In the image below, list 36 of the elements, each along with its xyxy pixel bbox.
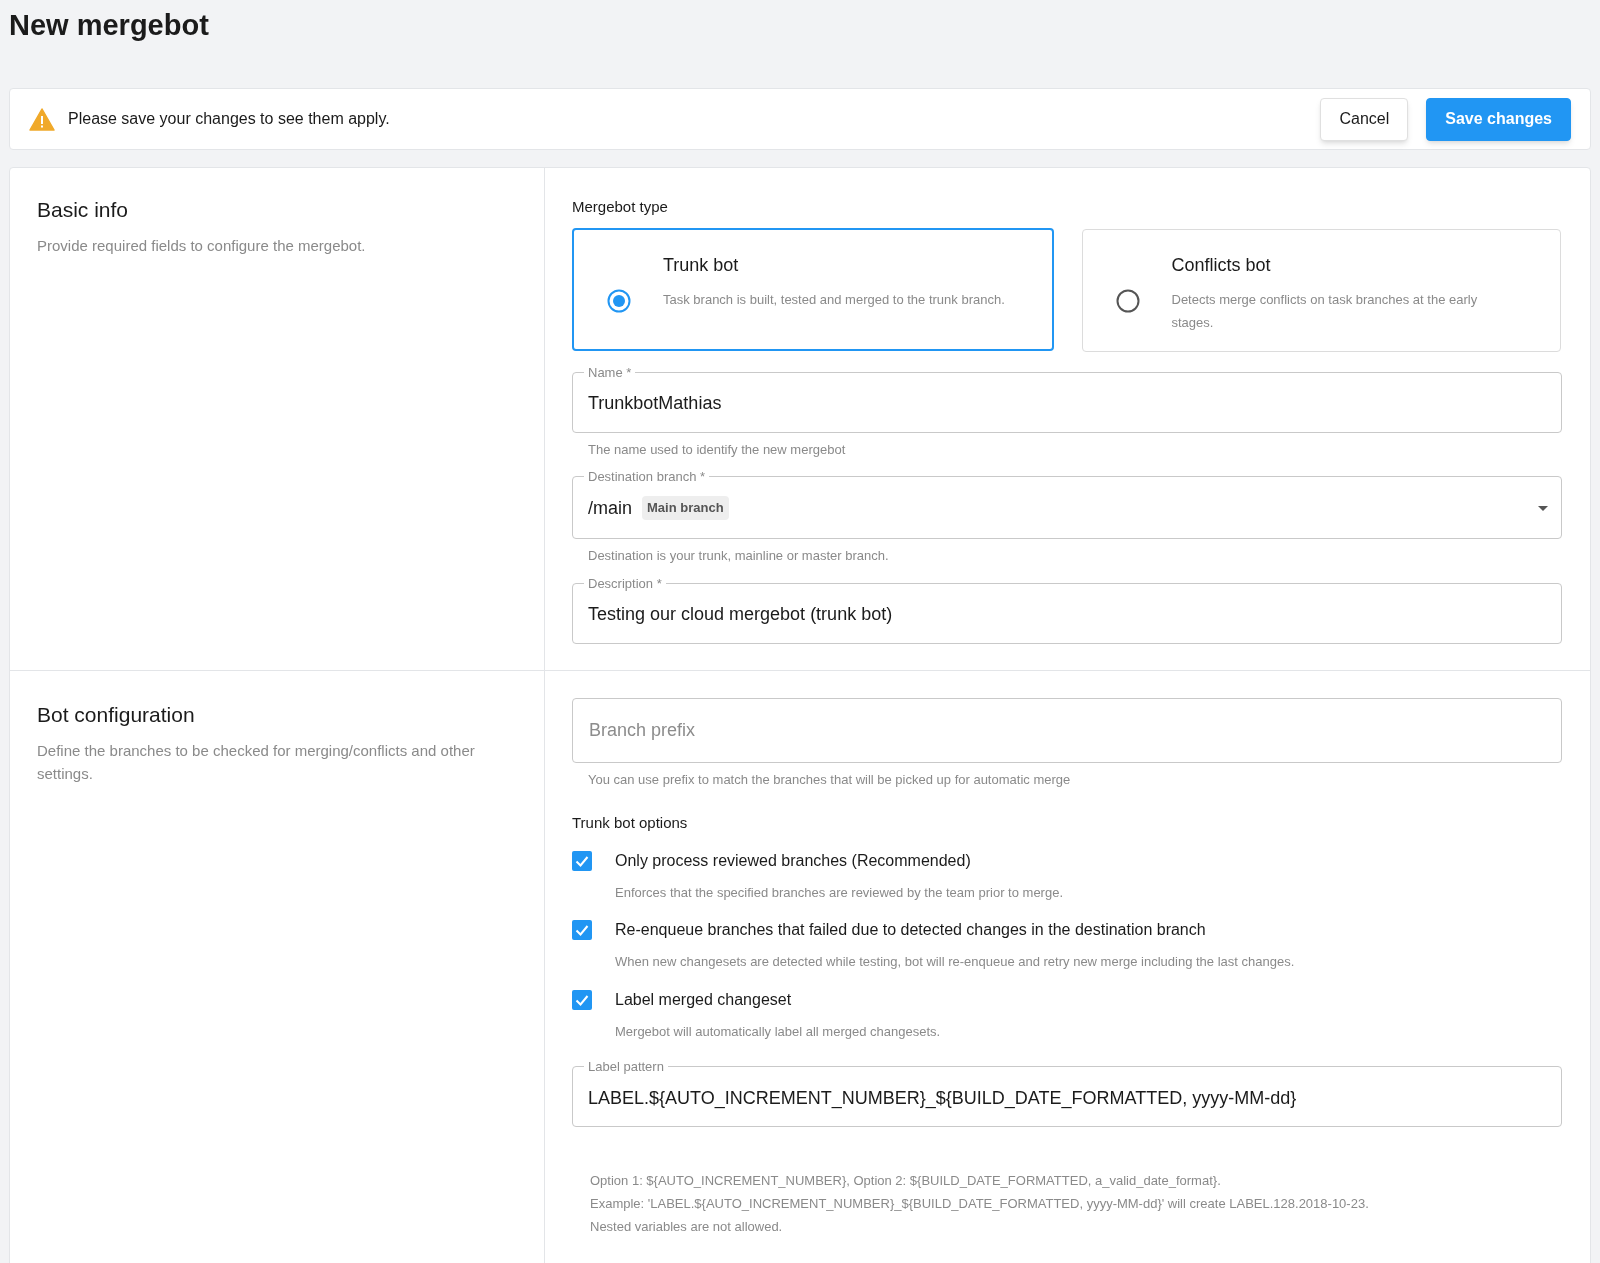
help-note: Example: 'LABEL.${AUTO_INCREMENT_NUMBER}_${BUILD_DATE_FORMATTED, yyyy-MM-dd}' will create LABEL.128.2018-10-23. (590, 1195, 1370, 1213)
caret-icon (1538, 505, 1548, 511)
field-hint: Destination is your trunk, mainline or master branch. (587, 547, 890, 565)
bot-type-title: Conflicts bot (1171, 253, 1272, 277)
section-title: Bot configuration (37, 701, 196, 728)
radio-icon (607, 288, 631, 313)
option-label: Only process reviewed branches (Recommended) (615, 850, 972, 871)
branch-prefix-field[interactable]: Branch prefix (572, 697, 1562, 763)
help-note: Nested variables are not allowed. (590, 1218, 784, 1236)
bot-type-title: Trunk bot (663, 253, 740, 277)
option-hint: Enforces that the specified branches are reviewed by the team prior to merge. (615, 883, 1063, 902)
option-label: Re-enqueue branches that failed due to detected changes in the destination branch (615, 920, 1207, 940)
radio-icon (1115, 288, 1140, 313)
field-hint: You can use prefix to match the branches that will be picked up for automatic merge (587, 770, 1072, 789)
checkbox[interactable] (572, 850, 592, 871)
option-hint: When new changesets are detected while testing, bot will re-enqueue and retry new merge including the last changes. (615, 953, 1295, 971)
checkbox[interactable] (572, 920, 592, 940)
options-title: Trunk bot options (572, 813, 689, 833)
checkbox[interactable] (572, 989, 592, 1010)
option-label: Label merged changeset (615, 989, 793, 1010)
cancel-button[interactable]: Cancel (1320, 97, 1409, 141)
option-hint: Mergebot will automatically label all merged changesets. (615, 1022, 941, 1041)
help-note: Option 1: ${AUTO_INCREMENT_NUMBER}, Option 2: ${BUILD_DATE_FORMATTED, a_valid_date_format}. (590, 1172, 1222, 1190)
bot-type-description: Detects merge conflicts on task branches at the early stages. (1171, 290, 1479, 332)
mergebot-type-label: Mergebot type (572, 197, 669, 217)
branch-tag: Main branch (642, 496, 729, 520)
page-title: New mergebot (9, 8, 210, 43)
section-description: Provide required fields to configure the mergebot. (37, 235, 367, 256)
section-description: Define the branches to be checked for merging/conflicts and other settings. (37, 741, 476, 784)
warning-icon (29, 107, 55, 131)
bot-type-card[interactable]: Trunk bot Task branch is built, tested and merged to the trunk branch. (572, 227, 1054, 351)
banner-message: Please save your changes to see them apply. (68, 109, 391, 129)
bot-type-card[interactable]: Conflicts bot Detects merge conflicts on task branches at the early stages. (1081, 228, 1561, 352)
section-title: Basic info (37, 197, 130, 223)
bot-type-description: Task branch is built, tested and merged to the trunk branch. (663, 290, 1005, 309)
field-hint: The name used to identify the new mergebot (587, 440, 847, 459)
